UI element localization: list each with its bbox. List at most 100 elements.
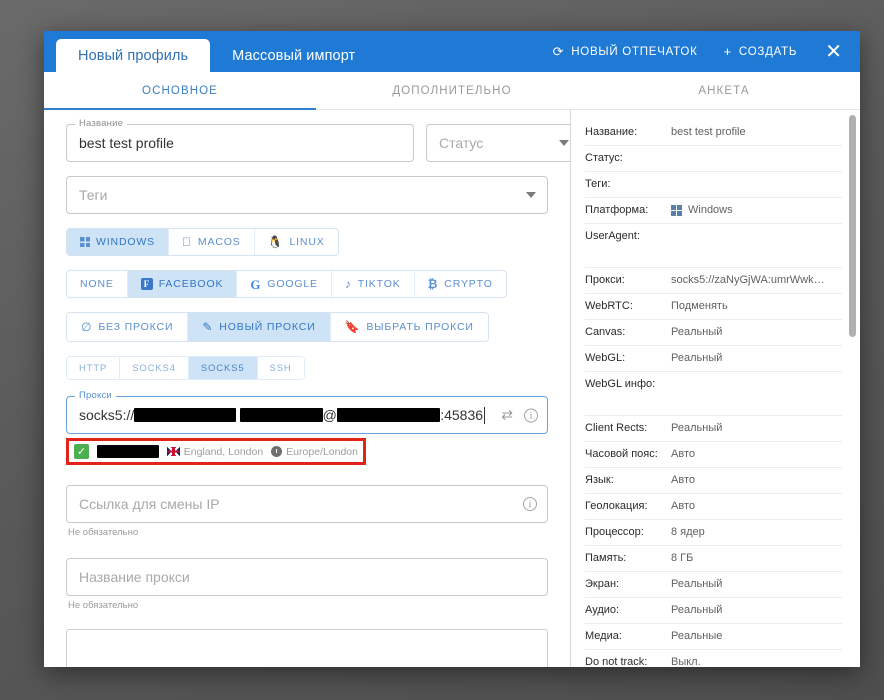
uk-flag-icon	[167, 447, 180, 456]
summary-key: Язык:	[585, 474, 671, 486]
status-select[interactable]	[426, 124, 570, 162]
protocol-toggle-group: HTTP SOCKS4 SOCKS5 SSH	[66, 356, 305, 380]
summary-value: Авто	[671, 448, 695, 460]
proxy-timezone: Europe/London	[271, 446, 358, 458]
proxy-status-row: ✓ England, London Europe/London	[66, 438, 366, 465]
summary-key: Canvas:	[585, 326, 671, 338]
ip-change-link-wrap: i	[66, 485, 548, 523]
proxy-name-wrap	[66, 558, 548, 596]
summary-key: Do not track:	[585, 656, 671, 667]
window-tab-label: Новый профиль	[78, 48, 188, 64]
redacted-ip	[97, 445, 159, 458]
preset-label: GOOGLE	[267, 278, 318, 290]
summary-key: Экран:	[585, 578, 671, 590]
summary-value-text: Реальные	[671, 630, 722, 642]
platform-linux-button[interactable]: 🐧 LINUX	[255, 229, 338, 255]
preset-google-button[interactable]: G GOOGLE	[237, 271, 332, 297]
section-tab-bar: ОСНОВНОЕ ДОПОЛНИТЕЛЬНО АНКЕТА	[44, 72, 860, 110]
protocol-label: HTTP	[79, 363, 107, 374]
summary-scrollbar[interactable]	[849, 115, 856, 337]
new-fingerprint-label: НОВЫЙ ОТПЕЧАТОК	[571, 46, 697, 58]
platform-windows-button[interactable]: WINDOWS	[67, 229, 169, 255]
preset-crypto-button[interactable]: ₿ CRYPTO	[415, 271, 506, 297]
summary-value-text: Реальный	[671, 352, 722, 364]
summary-key: WebGL:	[585, 352, 671, 364]
summary-row: Статус:	[585, 146, 842, 172]
summary-row: Язык:Авто	[585, 468, 842, 494]
summary-row: Процессор:8 ядер	[585, 520, 842, 546]
linux-penguin-icon: 🐧	[268, 236, 284, 248]
info-icon[interactable]: i	[524, 408, 538, 422]
google-icon: G	[250, 278, 261, 291]
summary-key: Геолокация:	[585, 500, 671, 512]
summary-value: best test profile	[671, 126, 746, 138]
create-button[interactable]: + СОЗДАТЬ	[722, 41, 800, 62]
ip-change-link-helper: Не обязательно	[68, 527, 548, 538]
summary-value-text: 8 ГБ	[671, 552, 693, 564]
summary-row: Аудио:Реальный	[585, 598, 842, 624]
summary-row: Платформа:Windows	[585, 198, 842, 224]
proxy-mode-none-button[interactable]: ∅ БЕЗ ПРОКСИ	[67, 313, 188, 341]
new-fingerprint-button[interactable]: ⟳ НОВЫЙ ОТПЕЧАТОК	[551, 41, 700, 62]
summary-row: Геолокация:Авто	[585, 494, 842, 520]
summary-value-text: best test profile	[671, 126, 746, 138]
summary-value: Реальный	[671, 352, 722, 364]
summary-value-text: Авто	[671, 448, 695, 460]
summary-value: socks5://zaNyGjWA:umrWwk…	[671, 274, 825, 286]
preset-tiktok-button[interactable]: ♪ TIKTOK	[332, 271, 415, 297]
proxy-scheme: socks5://	[79, 407, 134, 423]
tab-osnovnoe[interactable]: ОСНОВНОЕ	[44, 72, 316, 109]
summary-value-text: Выкл.	[671, 656, 701, 667]
create-label: СОЗДАТЬ	[739, 46, 797, 58]
proxy-mode-new-button[interactable]: ✎ НОВЫЙ ПРОКСИ	[188, 313, 330, 341]
proxy-mode-label: БЕЗ ПРОКСИ	[98, 321, 173, 333]
summary-row: Часовой пояс:Авто	[585, 442, 842, 468]
summary-value: Реальный	[671, 578, 722, 590]
protocol-label: SSH	[270, 363, 292, 374]
proxy-mode-select-button[interactable]: 🔖 ВЫБРАТЬ ПРОКСИ	[331, 313, 488, 341]
platform-macos-button[interactable]:  MACOS	[169, 229, 255, 255]
tags-select[interactable]	[66, 176, 548, 214]
proxy-string-field-wrap: Прокси socks5://@:45836 ⇄ i	[66, 396, 548, 434]
preset-none-button[interactable]: NONE	[67, 271, 128, 297]
preset-facebook-button[interactable]: f FACEBOOK	[128, 271, 238, 297]
summary-key: UserAgent:	[585, 230, 671, 242]
tab-anketa[interactable]: АНКЕТА	[588, 72, 860, 109]
summary-value-text: Реальный	[671, 604, 722, 616]
swap-arrows-icon[interactable]: ⇄	[501, 407, 513, 424]
summary-key: Теги:	[585, 178, 671, 190]
proxy-string-input[interactable]: socks5://@:45836	[66, 396, 548, 434]
summary-value: Реальный	[671, 422, 722, 434]
summary-row: WebGL инфо:	[585, 372, 842, 416]
window-tab-new-profile[interactable]: Новый профиль	[56, 39, 210, 72]
protocol-http-button[interactable]: HTTP	[67, 357, 120, 379]
facebook-icon: f	[141, 278, 153, 290]
protocol-ssh-button[interactable]: SSH	[258, 357, 304, 379]
profile-name-input[interactable]	[66, 124, 414, 162]
protocol-socks5-button[interactable]: SOCKS5	[189, 357, 258, 379]
cookies-dropzone[interactable]: ⭳ Вставьте куки или перетащите файл drag…	[66, 629, 548, 667]
summary-key: Аудио:	[585, 604, 671, 616]
window-tab-label: Массовый импорт	[232, 48, 355, 64]
proxy-name-input[interactable]	[66, 558, 548, 596]
proxy-field-icons: ⇄ i	[501, 407, 538, 424]
ip-change-link-input[interactable]	[66, 485, 548, 523]
windows-icon	[671, 205, 682, 216]
close-icon[interactable]: ✕	[821, 42, 846, 62]
summary-value-text: Реальный	[671, 326, 722, 338]
proxy-name-helper: Не обязательно	[68, 600, 548, 611]
proxy-mode-label: НОВЫЙ ПРОКСИ	[219, 321, 315, 333]
summary-key: Часовой пояс:	[585, 448, 671, 460]
profile-name-field-wrap: Название	[66, 124, 414, 162]
window-tab-bulk-import[interactable]: Массовый импорт	[210, 39, 377, 72]
summary-value: 8 ГБ	[671, 552, 693, 564]
tab-dopolnitelno[interactable]: ДОПОЛНИТЕЛЬНО	[316, 72, 588, 109]
name-status-row: Название	[66, 124, 548, 176]
summary-value: Авто	[671, 500, 695, 512]
proxy-location: England, London	[167, 446, 263, 458]
proxy-at: @	[323, 407, 337, 423]
summary-value: Авто	[671, 474, 695, 486]
protocol-socks4-button[interactable]: SOCKS4	[120, 357, 189, 379]
summary-row: Теги:	[585, 172, 842, 198]
info-icon[interactable]: i	[523, 497, 537, 511]
